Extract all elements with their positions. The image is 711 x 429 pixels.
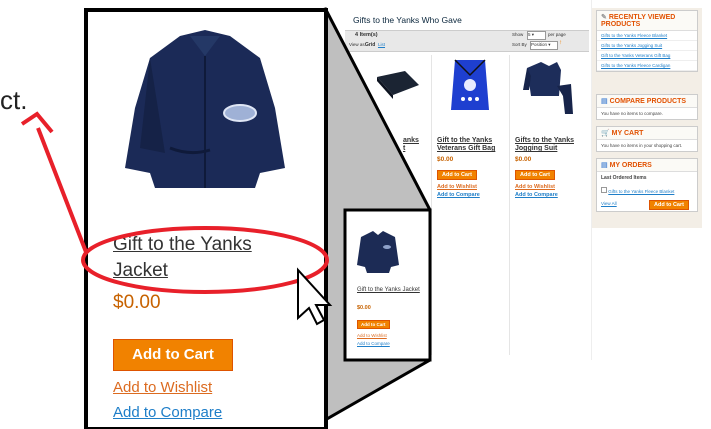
- red-arrow: [36, 127, 88, 253]
- annotation-overlay: [20, 111, 333, 326]
- highlight-ellipse: [81, 226, 329, 294]
- mouse-cursor-icon: [297, 267, 333, 326]
